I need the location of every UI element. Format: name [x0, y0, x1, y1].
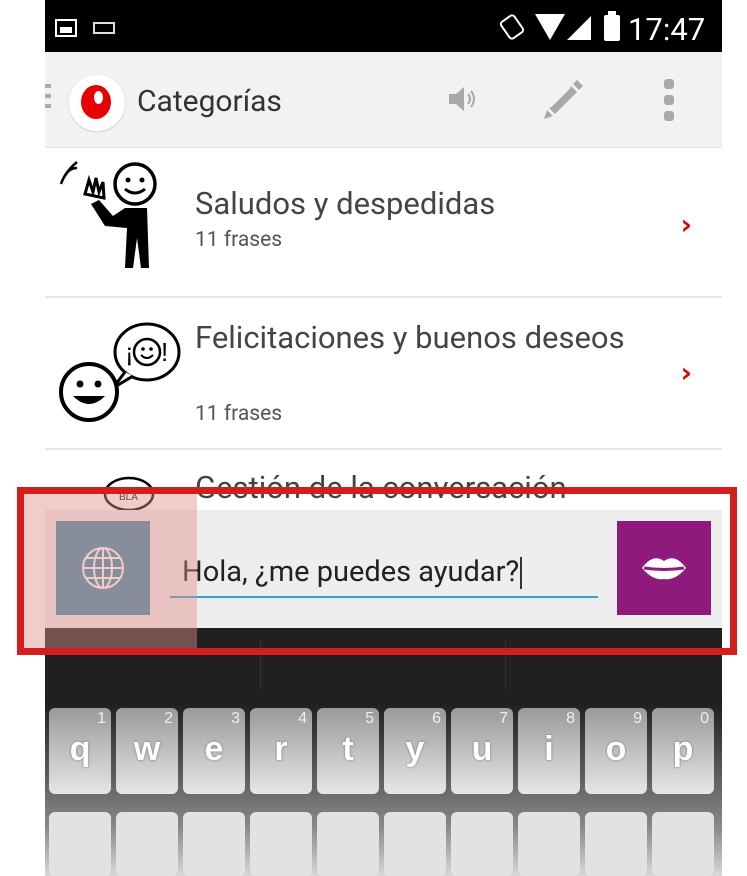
page-title: Categorías [137, 84, 282, 119]
rotation-icon [498, 12, 526, 42]
svg-text:¡: ¡ [125, 337, 134, 367]
key-u[interactable]: 7u [451, 708, 513, 794]
keyboard-key[interactable] [518, 812, 580, 876]
keyboard-key[interactable] [183, 812, 245, 876]
vodafone-logo[interactable] [69, 75, 125, 131]
key-r[interactable]: 4r [250, 708, 312, 794]
key-char: u [471, 730, 493, 768]
key-number: 6 [432, 710, 441, 727]
battery-icon [604, 11, 620, 41]
keyboard-key[interactable] [116, 812, 178, 876]
keyboard-key[interactable] [585, 812, 647, 876]
phrase-count: 11 frases [195, 402, 283, 426]
list-item[interactable]: Saludos y despedidas 11 frases › [45, 148, 722, 298]
key-char: q [69, 730, 91, 768]
speaker-icon[interactable] [446, 83, 478, 115]
on-screen-keyboard: 1q2w3e4r5t6y7u8i9o0p [45, 628, 722, 876]
keyboard-key[interactable] [451, 812, 513, 876]
category-list: Saludos y despedidas 11 frases › ¡ ! Fel… [45, 148, 722, 522]
key-i[interactable]: 8i [518, 708, 580, 794]
key-w[interactable]: 2w [116, 708, 178, 794]
key-o[interactable]: 9o [585, 708, 647, 794]
key-q[interactable]: 1q [49, 708, 111, 794]
phrase-count: 11 frases [195, 228, 283, 252]
key-char: r [274, 730, 288, 768]
chevron-right-icon: › [680, 356, 692, 389]
chevron-right-icon: › [680, 208, 692, 241]
list-item[interactable]: ¡ ! Felicitaciones y buenos deseos 11 fr… [45, 298, 722, 450]
key-char: o [605, 730, 627, 768]
wifi-icon [535, 14, 565, 40]
key-number: 4 [298, 710, 307, 727]
key-char: y [405, 730, 425, 768]
phone-screen: 17:47 Categorías Saludos y despedidas 11… [45, 0, 722, 876]
keyboard-key[interactable] [317, 812, 379, 876]
key-number: 0 [700, 710, 709, 727]
drawer-indicator-icon[interactable] [45, 84, 51, 114]
keyboard-key[interactable] [652, 812, 714, 876]
svg-text:!: ! [161, 337, 168, 367]
key-number: 8 [566, 710, 575, 727]
key-number: 3 [231, 710, 240, 727]
keyboard-key[interactable] [49, 812, 111, 876]
image-icon [55, 19, 77, 37]
key-char: t [342, 730, 354, 768]
key-t[interactable]: 5t [317, 708, 379, 794]
keyboard-icon [93, 22, 115, 34]
key-number: 2 [164, 710, 173, 727]
status-time: 17:47 [628, 11, 706, 48]
action-bar: Categorías [45, 52, 722, 148]
key-p[interactable]: 0p [652, 708, 714, 794]
keyboard-key[interactable] [250, 812, 312, 876]
waving-person-icon [59, 161, 157, 268]
key-char: e [204, 730, 224, 768]
key-e[interactable]: 3e [183, 708, 245, 794]
pencil-icon[interactable] [541, 76, 585, 120]
key-number: 9 [633, 710, 642, 727]
highlight-box [17, 487, 737, 655]
key-number: 5 [365, 710, 374, 727]
key-y[interactable]: 6y [384, 708, 446, 794]
keyboard-key[interactable] [384, 812, 446, 876]
status-bar: 17:47 [45, 0, 722, 52]
category-title: Saludos y despedidas [195, 185, 496, 222]
key-char: w [133, 730, 161, 768]
key-number: 7 [499, 710, 508, 727]
category-title: Felicitaciones y buenos deseos [195, 319, 625, 356]
key-char: i [544, 730, 554, 768]
happy-faces-icon: ¡ ! [59, 322, 181, 422]
signal-icon [567, 16, 591, 40]
overflow-menu-icon[interactable] [662, 79, 676, 123]
key-number: 1 [97, 710, 106, 727]
key-char: p [672, 730, 694, 768]
